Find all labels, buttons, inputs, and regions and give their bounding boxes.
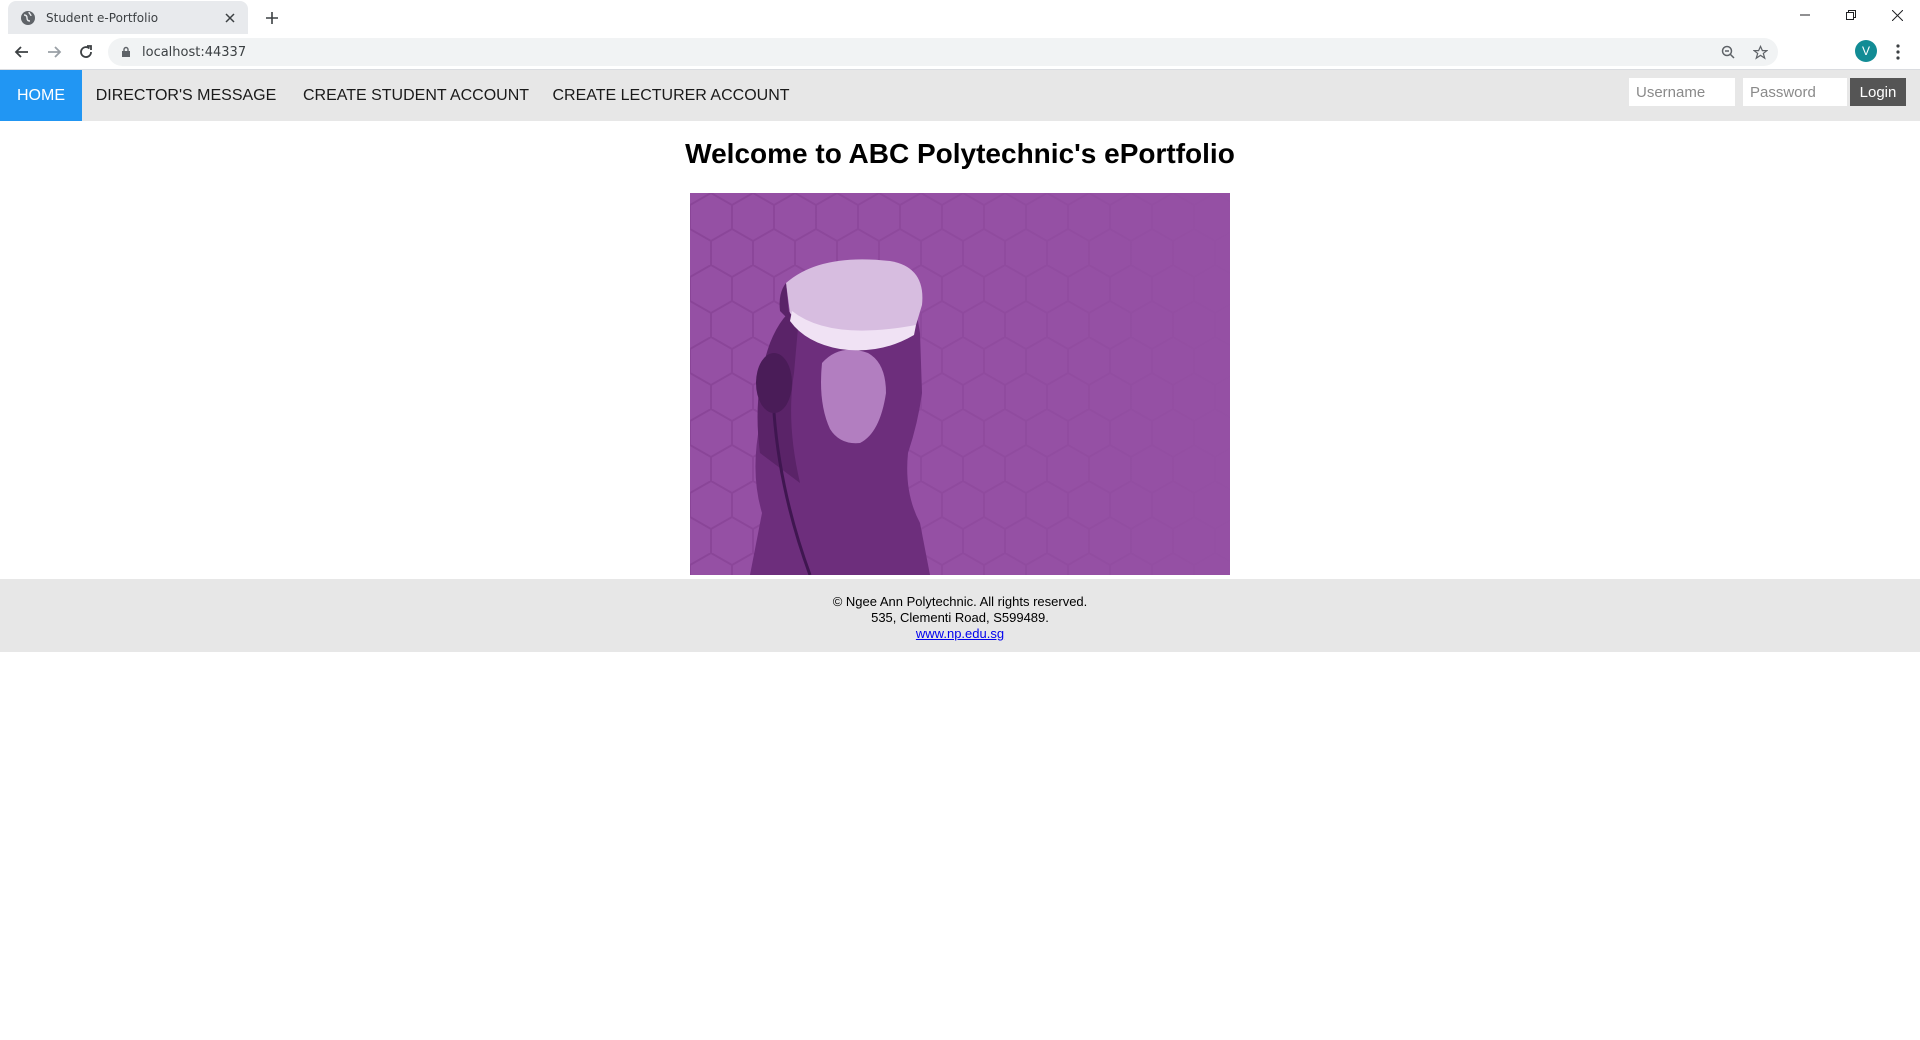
site-footer: © Ngee Ann Polytechnic. All rights reser…: [0, 579, 1920, 652]
footer-address: 535, Clementi Road, S599489.: [871, 610, 1049, 625]
username-input[interactable]: [1629, 78, 1735, 106]
nav-create-student-account[interactable]: CREATE STUDENT ACCOUNT: [290, 70, 542, 121]
browser-menu-icon[interactable]: [1886, 40, 1910, 64]
forward-arrow-icon[interactable]: [42, 40, 66, 64]
login-button[interactable]: Login: [1850, 78, 1906, 106]
back-arrow-icon[interactable]: [10, 40, 34, 64]
reload-icon[interactable]: [74, 40, 98, 64]
profile-avatar[interactable]: V: [1855, 40, 1877, 62]
bookmark-star-icon[interactable]: [1746, 38, 1774, 66]
hero-image: [690, 193, 1230, 575]
restore-icon[interactable]: [1828, 0, 1874, 30]
globe-icon: [20, 10, 36, 26]
nav-directors-message[interactable]: DIRECTOR'S MESSAGE: [82, 70, 290, 121]
page-title: Welcome to ABC Polytechnic's ePortfolio: [685, 138, 1235, 169]
tab-title: Student e-Portfolio: [46, 10, 159, 25]
window-close-icon[interactable]: [1874, 0, 1920, 30]
site-navbar: HOME DIRECTOR'S MESSAGE CREATE STUDENT A…: [0, 70, 1920, 121]
browser-tabstrip: Student e-Portfolio: [0, 0, 1920, 34]
footer-website-link[interactable]: www.np.edu.sg: [916, 626, 1004, 641]
password-input[interactable]: [1743, 78, 1847, 106]
url-text: localhost:44337: [142, 44, 247, 60]
close-tab-icon[interactable]: [222, 10, 238, 26]
nav-create-lecturer-account[interactable]: CREATE LECTURER ACCOUNT: [542, 70, 800, 121]
main-content: Welcome to ABC Polytechnic's ePortfolio: [0, 121, 1920, 579]
address-bar[interactable]: localhost:44337: [108, 38, 1778, 66]
lock-icon: [120, 46, 132, 58]
minimize-icon[interactable]: [1782, 0, 1828, 30]
footer-copyright: © Ngee Ann Polytechnic. All rights reser…: [832, 594, 1088, 609]
zoom-icon[interactable]: [1714, 38, 1742, 66]
nav-home[interactable]: HOME: [0, 70, 82, 121]
new-tab-icon[interactable]: [260, 6, 284, 30]
browser-toolbar: localhost:44337 V: [0, 34, 1920, 70]
browser-tab[interactable]: Student e-Portfolio: [8, 1, 248, 34]
